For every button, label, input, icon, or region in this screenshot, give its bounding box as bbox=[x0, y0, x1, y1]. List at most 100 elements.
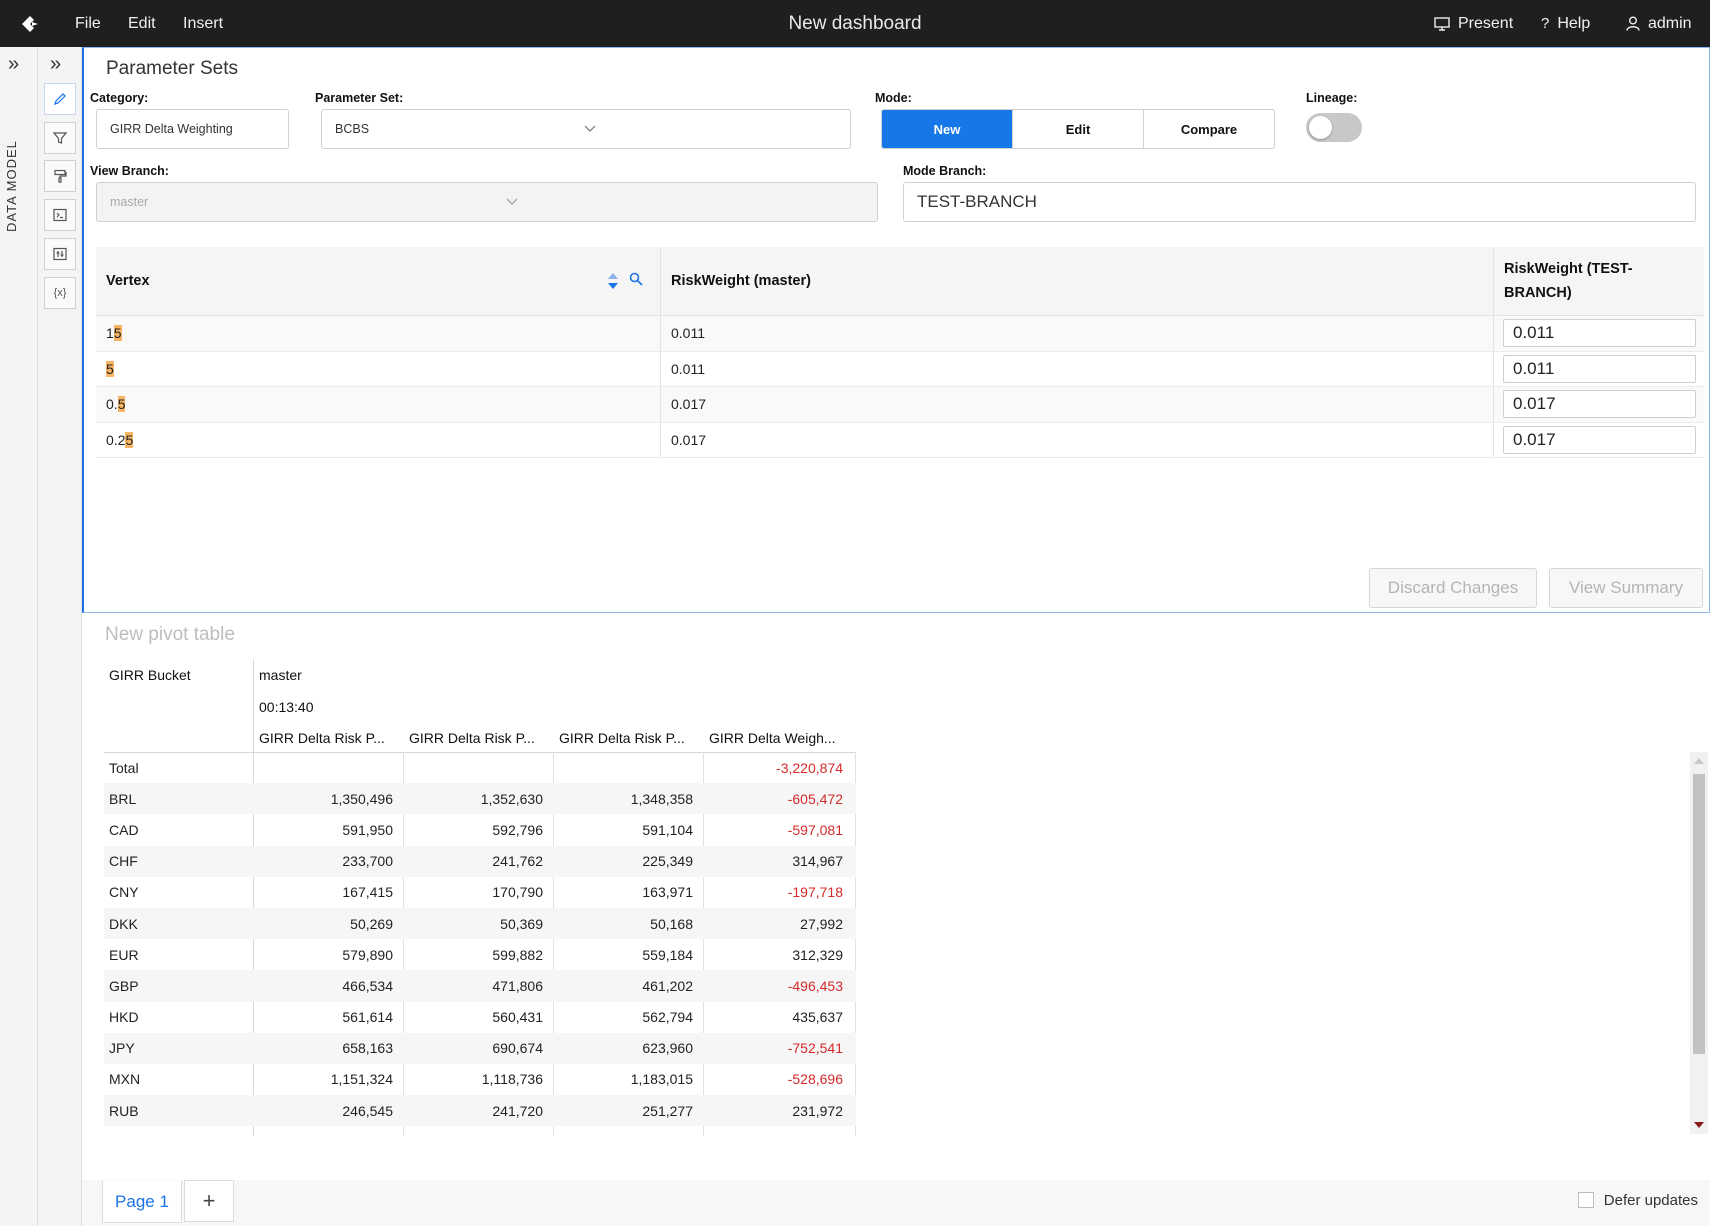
pivot-row[interactable]: CNY 167,415 170,790 163,971 -197,718 bbox=[104, 877, 856, 908]
view-summary-button[interactable]: View Summary bbox=[1549, 568, 1703, 608]
expand-tools-icon[interactable]: » bbox=[50, 53, 61, 76]
pivot-cell: -197,718 bbox=[787, 884, 843, 901]
vertex-cell: 0. 5 bbox=[96, 387, 126, 422]
measure-header[interactable]: GIRR Delta Weigh... bbox=[709, 730, 836, 746]
riskweight-test-input[interactable]: 0.017 bbox=[1503, 390, 1696, 418]
pivot-cell: 163,971 bbox=[642, 884, 693, 901]
pivot-row-label: GBP bbox=[109, 977, 139, 994]
pivot-cell: 170,790 bbox=[492, 884, 543, 901]
pivot-row-label: RUB bbox=[109, 1102, 139, 1119]
menu-edit[interactable]: Edit bbox=[128, 0, 156, 47]
pivot-cell: 1,348,358 bbox=[630, 790, 693, 807]
table-row[interactable]: 5 0.011 0.011 bbox=[96, 351, 1704, 387]
pivot-cell: 251,277 bbox=[642, 1102, 693, 1119]
pivot-cell: -3,220,874 bbox=[776, 759, 843, 776]
column-divider bbox=[1493, 387, 1494, 422]
present-button[interactable]: Present bbox=[1434, 0, 1513, 47]
mode-branch-input[interactable]: TEST-BRANCH bbox=[903, 182, 1696, 222]
pivot-row[interactable]: EUR 579,890 599,882 559,184 312,329 bbox=[104, 939, 856, 970]
question-icon: ? bbox=[1541, 15, 1550, 32]
user-menu[interactable]: admin bbox=[1626, 0, 1692, 47]
riskweight-test-input[interactable]: 0.011 bbox=[1503, 354, 1696, 383]
expand-data-model-icon[interactable]: » bbox=[8, 53, 19, 76]
pivot-row[interactable]: BRL 1,350,496 1,352,630 1,348,358 -605,472 bbox=[104, 783, 856, 815]
pivot-cell: 1,118,736 bbox=[481, 1071, 543, 1088]
defer-updates-checkbox[interactable] bbox=[1577, 1192, 1594, 1208]
parameter-set-select[interactable]: BCBS bbox=[321, 109, 851, 149]
pivot-scrollbar[interactable] bbox=[1690, 752, 1708, 1134]
pivot-row-label: HKD bbox=[109, 1009, 139, 1026]
view-branch-label: View Branch: bbox=[90, 164, 169, 178]
paint-roller-icon[interactable] bbox=[44, 160, 76, 192]
mode-compare-button[interactable]: Compare bbox=[1143, 110, 1274, 148]
pivot-row[interactable]: JPY 658,163 690,674 623,960 -752,541 bbox=[104, 1032, 856, 1064]
app-logo-icon[interactable] bbox=[18, 12, 42, 36]
menu-file[interactable]: File bbox=[75, 0, 101, 47]
pivot-cell: -605,472 bbox=[787, 790, 843, 807]
pivot-row[interactable]: DKK 50,269 50,369 50,168 27,992 bbox=[104, 907, 856, 940]
time-header[interactable]: 00:13:40 bbox=[259, 699, 314, 715]
pivot-row[interactable]: CAD 591,950 592,796 591,104 -597,081 bbox=[104, 814, 856, 845]
present-label: Present bbox=[1458, 14, 1514, 32]
sort-icon[interactable] bbox=[607, 272, 619, 295]
riskweight-test-header[interactable]: RiskWeight (TEST- BRANCH) bbox=[1494, 247, 1704, 315]
mode-new-button[interactable]: New bbox=[882, 110, 1012, 148]
measure-header[interactable]: GIRR Delta Risk P... bbox=[409, 730, 535, 746]
pivot-cell: 466,534 bbox=[342, 977, 393, 994]
category-value: GIRR Delta Weighting bbox=[110, 122, 233, 136]
vertex-cell: 5 bbox=[96, 352, 114, 387]
pencil-icon[interactable] bbox=[44, 83, 76, 115]
data-model-tab[interactable]: DATA MODEL bbox=[4, 137, 32, 237]
widget-settings-icon[interactable] bbox=[44, 238, 76, 270]
pivot-row[interactable]: Total -3,220,874 bbox=[104, 752, 856, 783]
pivot-cell: 591,104 bbox=[642, 821, 693, 838]
add-page-button[interactable]: + bbox=[184, 1180, 234, 1222]
pivot-cell: 231,972 bbox=[792, 1102, 843, 1119]
view-branch-select[interactable]: master bbox=[96, 182, 878, 222]
pivot-row[interactable]: HKD 561,614 560,431 562,794 435,637 bbox=[104, 1002, 856, 1033]
riskweight-master-cell: 0.017 bbox=[671, 396, 707, 413]
branch-header[interactable]: master bbox=[259, 667, 302, 683]
pivot-row-label: CHF bbox=[109, 853, 138, 870]
page-tabs-bar: Page 1 + Defer updates bbox=[82, 1180, 1710, 1226]
data-model-rail: » DATA MODEL bbox=[0, 47, 38, 1226]
table-row[interactable]: 0.2 5 0.017 0.017 bbox=[96, 422, 1704, 458]
pivot-row[interactable]: GBP 466,534 471,806 461,202 -496,453 bbox=[104, 970, 856, 1002]
vertex-column-header[interactable]: Vertex bbox=[96, 247, 660, 315]
pivot-cell: 312,329 bbox=[792, 946, 843, 963]
pivot-cell: 599,882 bbox=[492, 946, 543, 963]
row-header[interactable]: GIRR Bucket bbox=[109, 667, 191, 683]
table-row[interactable]: 0. 5 0.017 0.017 bbox=[96, 387, 1704, 423]
riskweight-test-header-line2: BRANCH) bbox=[1504, 285, 1572, 301]
riskweight-master-header[interactable]: RiskWeight (master) bbox=[661, 247, 1491, 315]
measure-header[interactable]: GIRR Delta Risk P... bbox=[559, 730, 685, 746]
pivot-row[interactable]: CHF 233,700 241,762 225,349 314,967 bbox=[104, 845, 856, 877]
search-icon[interactable] bbox=[629, 272, 643, 291]
pivot-row-label: BRL bbox=[109, 790, 137, 807]
scroll-up-icon[interactable] bbox=[1694, 758, 1704, 764]
mode-branch-value: TEST-BRANCH bbox=[917, 192, 1037, 211]
table-row[interactable]: 15 0.011 0.011 bbox=[96, 316, 1704, 352]
category-field[interactable]: GIRR Delta Weighting bbox=[96, 109, 289, 149]
measure-header[interactable]: GIRR Delta Risk P... bbox=[259, 730, 385, 746]
help-button[interactable]: ? Help bbox=[1541, 0, 1590, 47]
pivot-row-label: MXN bbox=[109, 1071, 141, 1088]
defer-updates[interactable]: Defer updates bbox=[1577, 1180, 1698, 1220]
mode-branch-label: Mode Branch: bbox=[903, 164, 987, 178]
lineage-toggle[interactable] bbox=[1306, 113, 1362, 142]
riskweight-master-cell: 0.017 bbox=[671, 431, 707, 448]
discard-changes-button[interactable]: Discard Changes bbox=[1369, 568, 1537, 608]
tab-page-1[interactable]: Page 1 bbox=[102, 1181, 182, 1223]
mode-edit-button[interactable]: Edit bbox=[1012, 110, 1143, 148]
pivot-row[interactable]: MXN 1,151,324 1,118,736 1,183,015 -528,696 bbox=[104, 1064, 856, 1095]
pivot-row[interactable]: RUB 246,545 241,720 251,277 231,972 bbox=[104, 1095, 856, 1127]
scrollbar-thumb[interactable] bbox=[1693, 774, 1705, 1054]
pivot-cell: -752,541 bbox=[787, 1040, 843, 1057]
filter-icon[interactable] bbox=[44, 122, 76, 154]
riskweight-test-input[interactable]: 0.017 bbox=[1503, 425, 1696, 454]
menu-insert[interactable]: Insert bbox=[183, 0, 223, 47]
riskweight-test-input[interactable]: 0.011 bbox=[1503, 319, 1696, 347]
terminal-icon[interactable] bbox=[44, 199, 76, 231]
scroll-down-icon[interactable] bbox=[1694, 1122, 1704, 1128]
variables-icon[interactable]: {x} bbox=[44, 277, 76, 309]
